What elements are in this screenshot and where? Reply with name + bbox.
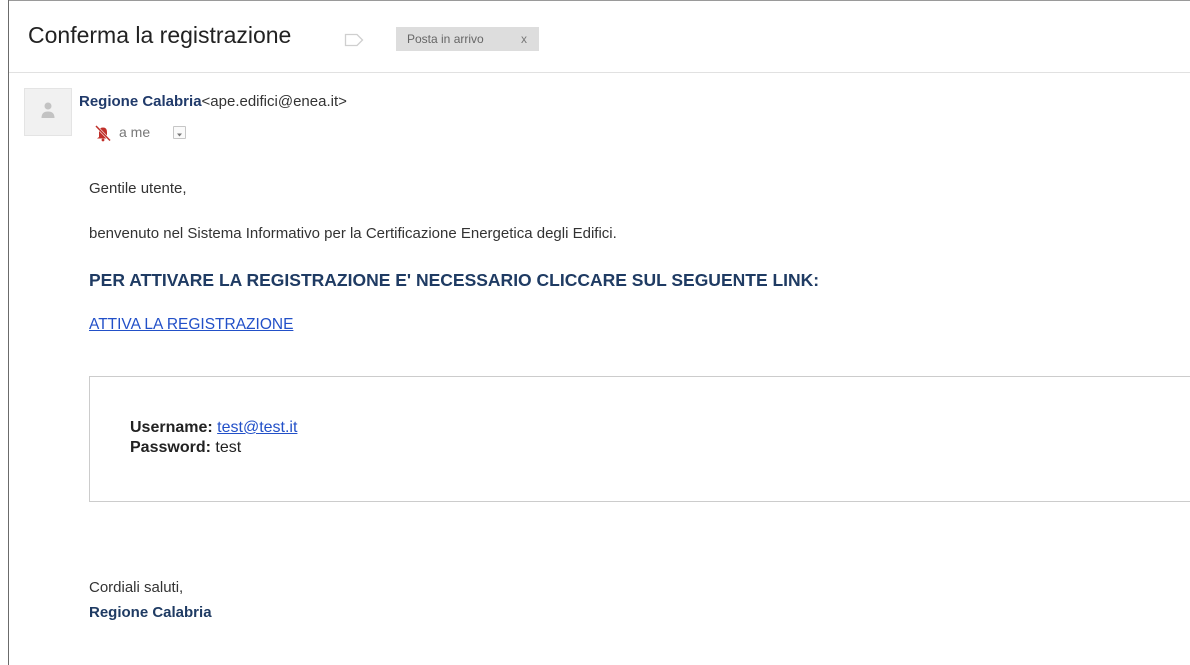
window-left-border	[8, 0, 9, 665]
recipient-text: a me	[119, 124, 151, 140]
password-label: Password:	[130, 439, 211, 456]
header-divider	[9, 72, 1190, 73]
greeting-text: Gentile utente,	[89, 180, 187, 197]
activate-registration-link[interactable]: ATTIVA LA REGISTRAZIONE	[89, 316, 293, 334]
show-details-button[interactable]	[173, 126, 186, 139]
activation-notice: PER ATTIVARE LA REGISTRAZIONE E' NECESSA…	[89, 270, 820, 290]
dropdown-arrow-icon	[177, 133, 182, 137]
inbox-label-text: Posta in arrivo	[407, 32, 484, 46]
sender-email: <ape.edifici@enea.it>	[201, 93, 347, 110]
sender-line: Regione Calabria<ape.edifici@enea.it>	[79, 93, 347, 110]
closing-text: Cordiali saluti,	[89, 579, 184, 596]
signature-text: Regione Calabria	[89, 604, 212, 621]
mute-bell-icon	[95, 125, 111, 142]
password-row: Password: test	[130, 439, 241, 457]
window-top-border	[8, 0, 1190, 1]
username-row: Username: test@test.it	[130, 419, 297, 437]
remove-label-button[interactable]: x	[521, 32, 527, 46]
sender-name[interactable]: Regione Calabria	[79, 93, 202, 110]
welcome-text: benvenuto nel Sistema Informativo per la…	[89, 225, 617, 242]
credentials-box: Username: test@test.it Password: test	[89, 376, 1190, 502]
username-link[interactable]: test@test.it	[217, 419, 297, 436]
password-value: test	[215, 439, 242, 456]
username-label: Username:	[130, 419, 213, 436]
email-subject: Conferma la registrazione	[28, 22, 292, 48]
inbox-label-chip[interactable]: Posta in arrivo x	[396, 27, 539, 51]
sender-avatar	[24, 88, 72, 136]
label-tag-icon[interactable]	[344, 33, 364, 47]
person-icon	[41, 102, 55, 118]
